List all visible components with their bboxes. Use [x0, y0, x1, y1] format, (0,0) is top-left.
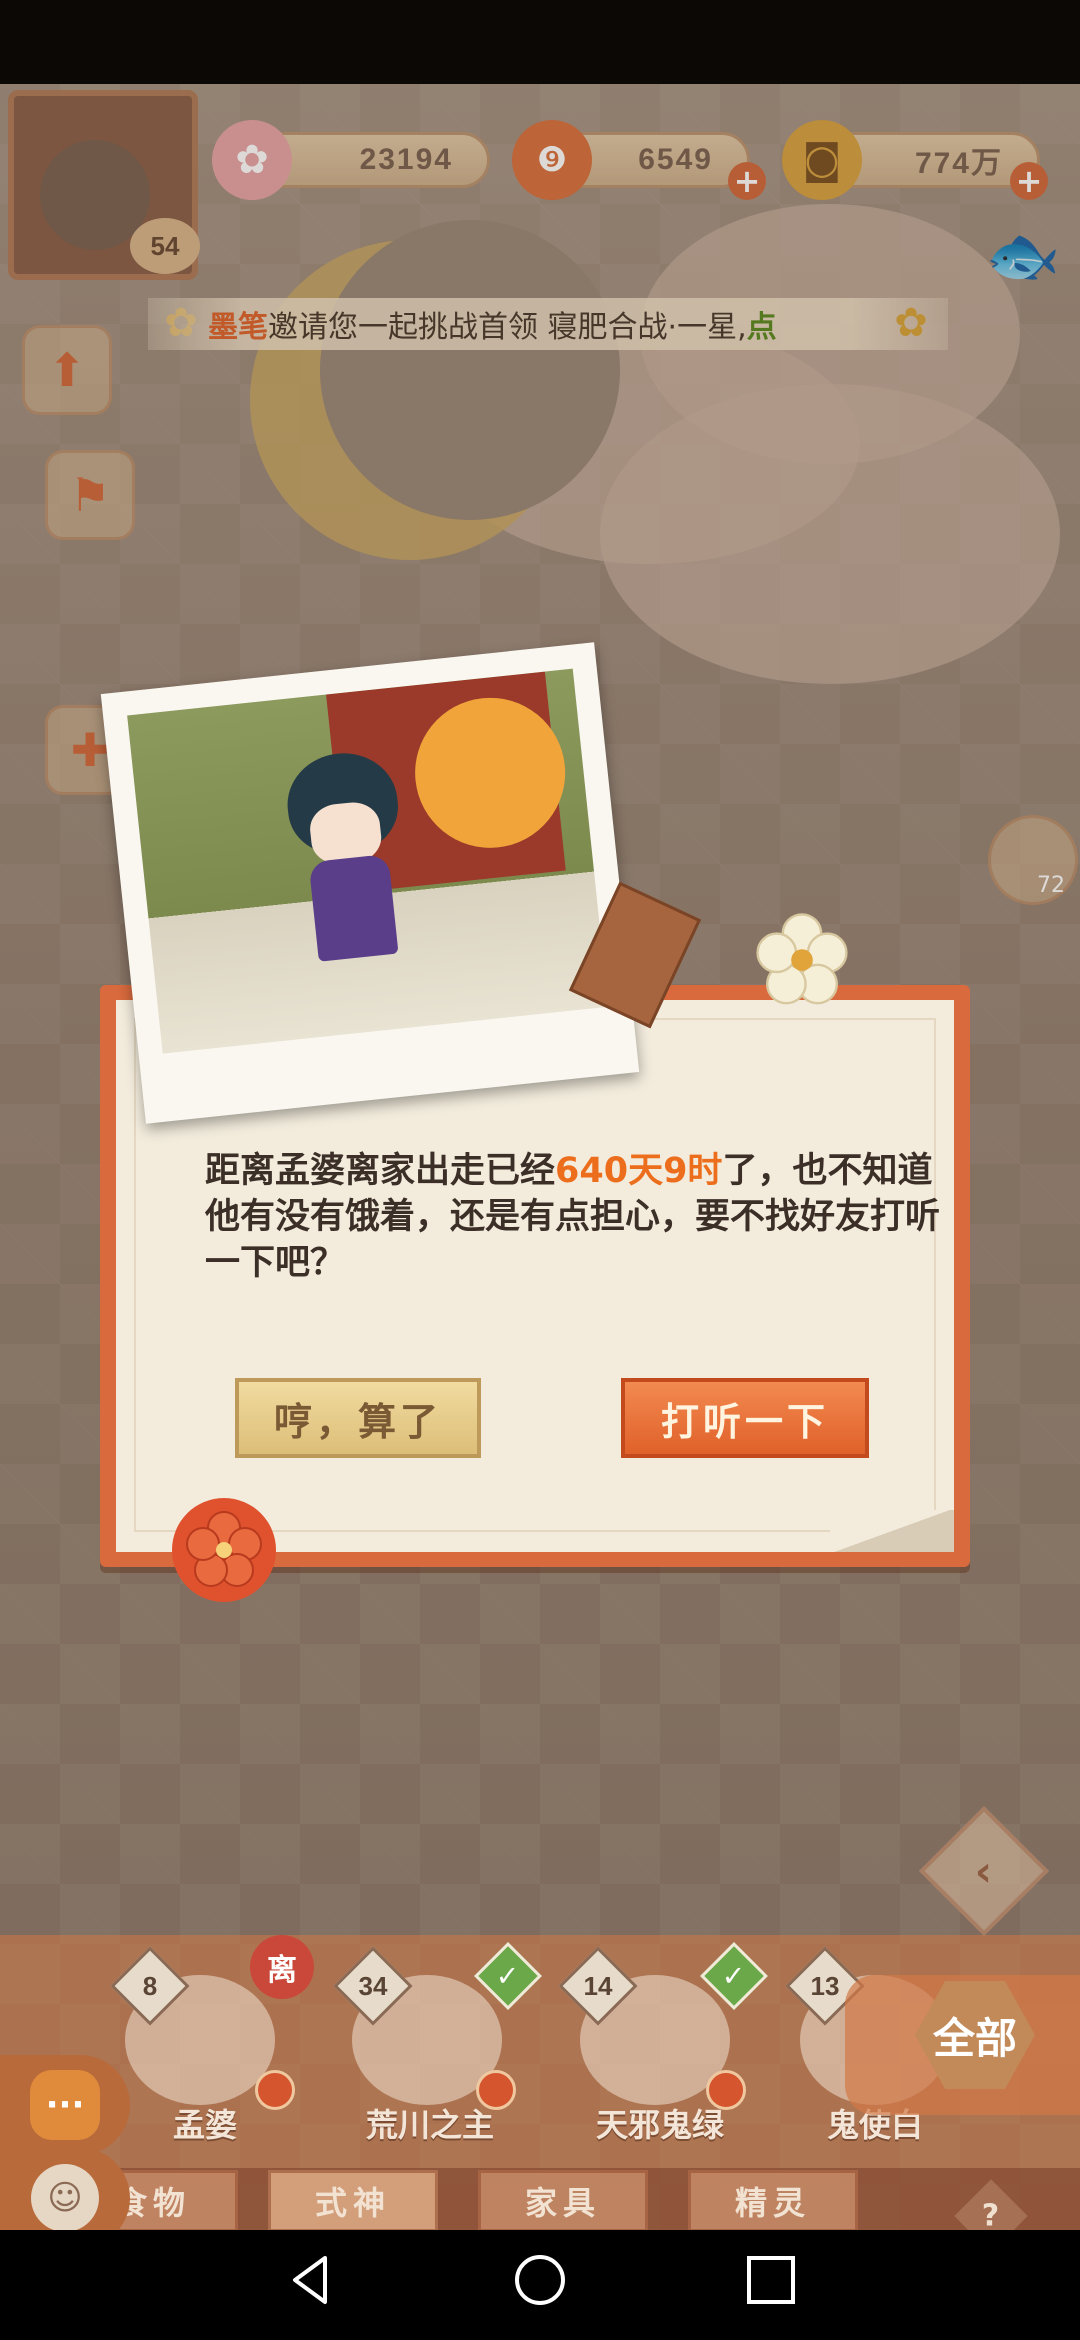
chat-icon: ··· [30, 2070, 100, 2140]
roster-level: 8 [142, 1971, 158, 2001]
tab-spirit[interactable]: 精灵 [688, 2170, 858, 2232]
away-duration: 640天9时 [555, 1151, 723, 1191]
roster-level: 34 [358, 1971, 388, 2001]
help-icon: ? [982, 2198, 1000, 2234]
page-curl [830, 1510, 954, 1552]
chat-button[interactable]: ··· [0, 2055, 130, 2155]
plum-blossom-icon [754, 912, 850, 1008]
home-icon[interactable] [512, 2252, 568, 2308]
ask-friends-button[interactable]: 打听一下 [621, 1378, 869, 1458]
roster-level: 13 [810, 1971, 840, 2001]
chevron-left-icon: ‹ [975, 1846, 993, 1896]
recent-apps-icon[interactable] [745, 2254, 797, 2306]
roster-name: 天邪鬼绿 [595, 2106, 724, 2144]
character-photo [100, 642, 640, 1124]
tab-furniture[interactable]: 家具 [478, 2170, 648, 2232]
system-navbar [0, 2230, 1080, 2340]
photo-image [127, 668, 609, 1054]
cancel-button[interactable]: 哼，算了 [235, 1378, 481, 1458]
roster-level: 14 [583, 1971, 613, 2001]
tab-shikigami[interactable]: 式神 [268, 2170, 438, 2232]
plum-blossom-icon [172, 1498, 276, 1602]
back-icon[interactable] [285, 2252, 335, 2308]
dialog-message: 距离孟婆离家出走已经640天9时了，也不知道他有没有饿着，还是有点担心，要不找好… [205, 1148, 945, 1286]
user-icon: ☺ [31, 2164, 99, 2232]
dialog-text-before: 距离孟婆离家出走已经 [205, 1151, 556, 1191]
roster-name: 荒川之主 [365, 2106, 494, 2144]
away-badge: 离 [250, 1935, 314, 1999]
roster-name: 孟婆 [172, 2106, 237, 2144]
